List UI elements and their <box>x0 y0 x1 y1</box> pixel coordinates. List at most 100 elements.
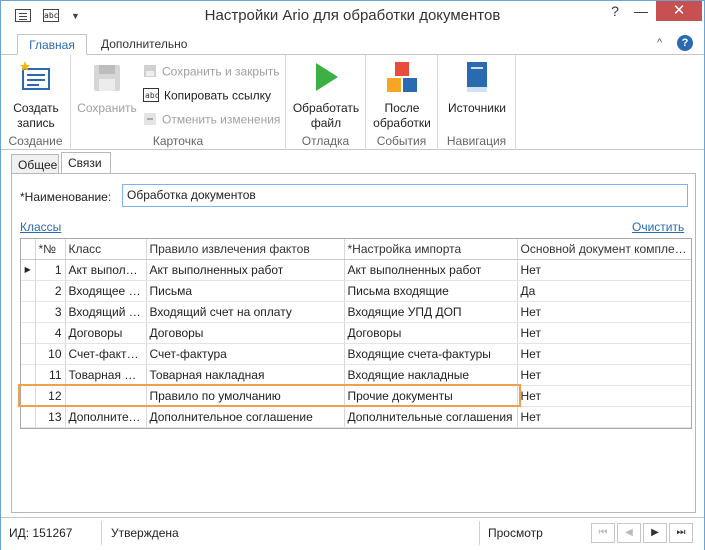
cell-number[interactable]: 1 <box>35 259 66 281</box>
undo-icon <box>143 112 157 129</box>
cell-class[interactable]: Счет-фактура <box>65 343 147 365</box>
last-record-icon[interactable]: ⏭ <box>669 523 693 543</box>
next-record-icon[interactable]: ▶ <box>643 523 667 543</box>
cell-number[interactable]: 12 <box>35 385 66 407</box>
cell-class[interactable]: Дополнительное соглашение <box>65 406 147 428</box>
table-row[interactable]: 11Товарная накладнаяТоварная накладнаяВх… <box>21 364 691 386</box>
minimize-button[interactable]: — <box>631 1 651 21</box>
cell-class[interactable] <box>65 385 147 407</box>
classes-link[interactable]: Классы <box>20 220 61 234</box>
cell-class[interactable]: Входящий счет на оплату <box>65 301 147 323</box>
cell-main-document[interactable]: Нет <box>517 385 691 407</box>
help-icon[interactable]: ? <box>677 35 693 51</box>
process-file-label: Обработать файл <box>292 101 360 130</box>
tab-additional[interactable]: Дополнительно <box>91 34 197 55</box>
create-record-button[interactable]: Создать запись <box>5 61 67 131</box>
column-header-import[interactable]: *Настройка импорта <box>344 239 518 260</box>
cell-rule[interactable]: Договоры <box>146 322 345 344</box>
cell-rule[interactable]: Акт выполненных работ <box>146 259 345 281</box>
cell-import[interactable]: Письма входящие <box>344 280 518 302</box>
cell-class[interactable]: Входящее письмо <box>65 280 147 302</box>
cell-rule[interactable]: Правило по умолчанию <box>146 385 345 407</box>
close-button[interactable]: ✕ <box>656 1 702 21</box>
first-record-icon[interactable]: ⏮ <box>591 523 615 543</box>
cell-number[interactable]: 10 <box>35 343 66 365</box>
cell-number[interactable]: 13 <box>35 406 66 428</box>
previous-record-icon[interactable]: ◀ <box>617 523 641 543</box>
window-help-button[interactable]: ? <box>605 1 625 21</box>
row-selector[interactable] <box>21 322 36 344</box>
row-selector[interactable] <box>21 301 36 323</box>
view-mode: Просмотр <box>488 526 543 540</box>
row-selector[interactable] <box>21 385 36 407</box>
table-row[interactable]: 12 Правило по умолчанию Прочие документы Не… <box>21 385 691 407</box>
column-header-number[interactable]: *№ <box>35 239 66 260</box>
save-and-close-button[interactable]: Сохранить и закрыть <box>143 64 279 81</box>
group-label-card: Карточка <box>152 134 204 148</box>
cell-rule[interactable]: Счет-фактура <box>146 343 345 365</box>
cell-main-document[interactable]: Нет <box>517 259 691 281</box>
sources-label: Источники <box>448 101 506 115</box>
cell-import[interactable]: Акт выполненных работ <box>344 259 518 281</box>
row-selector[interactable]: ▶ <box>21 259 36 281</box>
cell-rule[interactable]: Входящий счет на оплату <box>146 301 345 323</box>
table-row[interactable]: 2Входящее письмоПисьмаПисьма входящиеДа <box>21 280 691 302</box>
cell-number[interactable]: 4 <box>35 322 66 344</box>
group-label-debug: Отладка <box>301 134 350 148</box>
cell-main-document[interactable]: Нет <box>517 364 691 386</box>
sources-button[interactable]: Источники <box>442 61 512 116</box>
table-row[interactable]: 13Дополнительное соглашениеДополнительно… <box>21 406 691 428</box>
cell-number[interactable]: 3 <box>35 301 66 323</box>
cell-import[interactable]: Входящие накладные <box>344 364 518 386</box>
cell-class[interactable]: Договоры <box>65 322 147 344</box>
row-selector[interactable] <box>21 406 36 428</box>
cell-main-document[interactable]: Нет <box>517 301 691 323</box>
save-button[interactable]: Сохранить <box>75 61 139 116</box>
process-file-button[interactable]: Обработать файл <box>290 61 362 131</box>
cell-class[interactable]: Акт выполненных работ <box>65 259 147 281</box>
column-header-class[interactable]: Класс <box>65 239 147 260</box>
cell-rule[interactable]: Товарная накладная <box>146 364 345 386</box>
column-header-rule[interactable]: Правило извлечения фактов <box>146 239 345 260</box>
cancel-changes-label: Отменить изменения <box>162 112 281 127</box>
cell-main-document[interactable]: Нет <box>517 343 691 365</box>
row-selector[interactable] <box>21 280 36 302</box>
links-panel: *Наименование: Обработка документов Клас… <box>11 173 696 513</box>
cell-number[interactable]: 11 <box>35 364 66 386</box>
cell-main-document[interactable]: Да <box>517 280 691 302</box>
after-processing-button[interactable]: После обработки <box>368 61 436 131</box>
cell-import[interactable]: Дополнительные соглашения <box>344 406 518 428</box>
tab-links[interactable]: Связи <box>61 152 111 174</box>
tab-general[interactable]: Общее <box>11 154 59 174</box>
cell-number[interactable]: 2 <box>35 280 66 302</box>
row-selector-header <box>21 239 36 260</box>
collapse-ribbon-icon[interactable]: ^ <box>657 37 662 49</box>
cell-rule[interactable]: Письма <box>146 280 345 302</box>
tab-home[interactable]: Главная <box>17 34 87 55</box>
cell-class[interactable]: Товарная накладная <box>65 364 147 386</box>
table-row[interactable]: 10 Счет-фактура Счет-фактура Входящие счета… <box>21 343 691 365</box>
table-row[interactable]: 3Входящий счет на оплатуВходящий счет на… <box>21 301 691 323</box>
title-bar: abc ▼ Настройки Ario для обработки докум… <box>1 1 704 31</box>
status-bar: ИД: 151267 Утверждена Просмотр ⏮ ◀ ▶ ⏭ <box>1 517 704 550</box>
copy-link-button[interactable]: abc Копировать ссылку <box>143 88 271 105</box>
table-row[interactable]: 4 Договоры Договоры Договоры Нет <box>21 322 691 344</box>
clear-link[interactable]: Очистить <box>632 220 684 234</box>
cell-main-document[interactable]: Нет <box>517 406 691 428</box>
row-selector[interactable] <box>21 343 36 365</box>
cell-main-document[interactable]: Нет <box>517 322 691 344</box>
save-close-label: Сохранить и закрыть <box>162 64 280 79</box>
grid-header-row: *№ Класс Правило извлечения фактов *Наст… <box>21 239 691 260</box>
name-field[interactable]: Обработка документов <box>122 184 688 207</box>
table-row[interactable]: ▶1Акт выполненных работАкт выполненных р… <box>21 259 691 281</box>
cancel-changes-button[interactable]: Отменить изменения <box>143 112 280 129</box>
create-record-label: Создать запись <box>13 101 59 130</box>
cell-import[interactable]: Входящие УПД ДОП <box>344 301 518 323</box>
cell-import[interactable]: Договоры <box>344 322 518 344</box>
column-header-main-document[interactable]: Основной документ комплекта <box>517 239 691 260</box>
cell-rule[interactable]: Дополнительное соглашение <box>146 406 345 428</box>
row-selector[interactable] <box>21 364 36 386</box>
cell-import[interactable]: Прочие документы <box>344 385 518 407</box>
cell-import[interactable]: Входящие счета-фактуры <box>344 343 518 365</box>
blocks-icon <box>368 61 436 97</box>
